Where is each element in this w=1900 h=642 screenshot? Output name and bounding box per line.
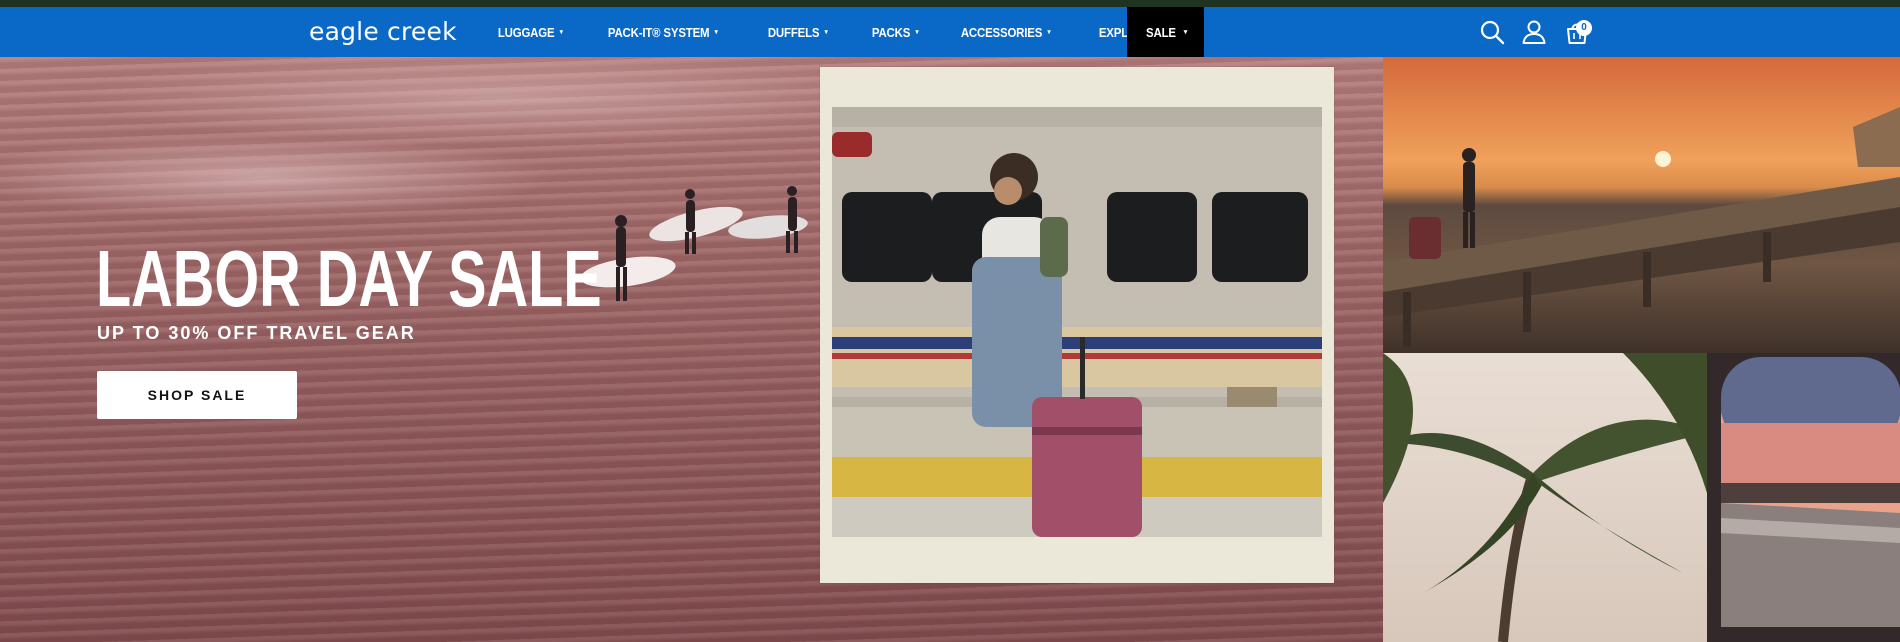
nav-item-luggage[interactable]: LUGGAGE ▾: [482, 7, 578, 57]
nav-item-label: SALE: [1145, 24, 1176, 40]
hero-subtitle: UP TO 30% OFF TRAVEL GEAR: [97, 323, 416, 343]
search-icon[interactable]: [1478, 18, 1506, 46]
hero-banner: LABOR DAY SALE UP TO 30% OFF TRAVEL GEAR…: [0, 57, 1900, 642]
nav-item-duffels[interactable]: DUFFELS ▾: [752, 7, 843, 57]
nav-item-label: PACKS: [872, 24, 911, 40]
nav-item-label: DUFFELS: [768, 24, 820, 40]
chevron-down-icon: ▾: [825, 29, 828, 36]
nav-item-label: PACK-IT® SYSTEM: [607, 24, 710, 40]
main-navigation: eagle creek LUGGAGE ▾ PACK-IT® SYSTEM ▾ …: [0, 7, 1900, 57]
top-strip: [0, 0, 1900, 7]
airplane-window-photo: [1707, 353, 1900, 642]
account-icon[interactable]: [1520, 18, 1548, 46]
palm-trees-photo: [1383, 353, 1707, 642]
surfers-illustration: [580, 186, 808, 301]
nav-item-label: LUGGAGE: [497, 24, 555, 40]
chevron-down-icon: ▾: [1183, 29, 1188, 36]
nav-item-pack-it-system[interactable]: PACK-IT® SYSTEM ▾: [592, 7, 733, 57]
polaroid-frame: [820, 67, 1334, 583]
sunset-pier-photo: [1383, 57, 1900, 353]
shop-sale-button[interactable]: SHOP SALE: [97, 371, 297, 419]
nav-item-accessories[interactable]: ACCESSORIES ▾: [945, 7, 1066, 57]
chevron-down-icon: ▾: [559, 29, 563, 36]
chevron-down-icon: ▾: [915, 29, 919, 36]
brand-logo[interactable]: eagle creek: [309, 17, 457, 47]
nav-item-packs[interactable]: PACKS ▾: [856, 7, 934, 57]
hero-title: LABOR DAY SALE: [96, 234, 602, 323]
nav-item-label: ACCESSORIES: [960, 24, 1043, 40]
chevron-down-icon: ▾: [1047, 29, 1051, 36]
nav-menu: LUGGAGE ▾ PACK-IT® SYSTEM ▾ DUFFELS ▾ PA…: [482, 7, 1204, 57]
chevron-down-icon: ▾: [714, 29, 718, 36]
train-traveler-photo: [832, 107, 1322, 537]
nav-item-sale[interactable]: SALE ▾: [1127, 7, 1204, 57]
cart-count-badge: 0: [1576, 20, 1592, 36]
